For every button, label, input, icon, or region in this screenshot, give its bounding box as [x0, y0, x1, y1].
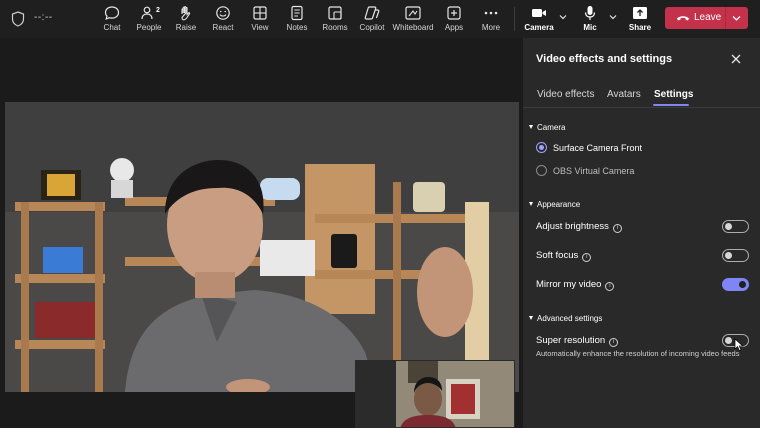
info-icon[interactable]: i: [582, 253, 592, 262]
soft-focus-row: Soft focus i: [536, 250, 592, 262]
more-icon: [484, 11, 498, 15]
whiteboard-icon: [405, 6, 421, 20]
super-resolution-row: Super resolution i: [536, 335, 619, 347]
soft-focus-label: Soft focus: [536, 250, 579, 261]
mic-options-chevron-icon[interactable]: [608, 13, 618, 21]
caret-down-icon: [529, 125, 533, 129]
camera-section-header[interactable]: Camera: [529, 123, 565, 132]
camera-icon: [532, 9, 546, 17]
leave-label: Leave: [694, 12, 722, 23]
share-label: Share: [628, 23, 652, 32]
mic-label: Mic: [583, 23, 597, 32]
self-view-frame: [356, 361, 514, 427]
react-icon: [216, 6, 230, 20]
video-settings-panel: Video effects and settings Video effects…: [523, 38, 760, 428]
hang-up-icon: [677, 16, 689, 21]
radio-obs-virtual-camera[interactable]: [536, 165, 547, 176]
info-icon[interactable]: i: [612, 224, 622, 233]
tab-settings[interactable]: Settings: [654, 89, 693, 100]
mirror-video-toggle[interactable]: [722, 278, 749, 291]
meeting-timer: --:--: [34, 12, 53, 23]
close-icon[interactable]: [730, 53, 742, 65]
super-resolution-label: Super resolution: [536, 335, 606, 346]
obs-virtual-camera-label[interactable]: OBS Virtual Camera: [553, 166, 634, 176]
camera-options-chevron-icon[interactable]: [558, 13, 568, 21]
notes-icon: [291, 5, 303, 21]
caret-down-icon: [529, 202, 533, 206]
soft-focus-toggle[interactable]: [722, 249, 749, 262]
tabs-divider: [523, 107, 760, 108]
adjust-brightness-toggle[interactable]: [722, 220, 749, 233]
mirror-video-label: Mirror my video: [536, 279, 602, 290]
info-icon[interactable]: i: [605, 282, 615, 291]
more-button[interactable]: More: [469, 3, 513, 35]
video-stage: [0, 38, 523, 428]
toolbar-divider: [514, 7, 515, 31]
teams-meeting-window: --:-- Chat 2 People Raise React View Not…: [0, 0, 760, 428]
view-icon: [253, 6, 267, 20]
surface-camera-front-label[interactable]: Surface Camera Front: [553, 143, 642, 153]
participant-count: 2: [156, 7, 160, 14]
mic-button[interactable]: Mic: [568, 3, 612, 35]
self-view-video[interactable]: [355, 360, 515, 428]
raise-hand-icon: [181, 6, 191, 21]
camera-section-label: Camera: [537, 123, 566, 132]
panel-title: Video effects and settings: [536, 53, 673, 65]
leave-options-chevron-icon[interactable]: [731, 14, 742, 22]
chat-icon: [104, 6, 120, 21]
super-resolution-description: Automatically enhance the resolution of …: [536, 349, 740, 358]
leave-button[interactable]: Leave: [665, 7, 748, 29]
adjust-brightness-label: Adjust brightness: [536, 221, 609, 232]
share-icon: [633, 7, 647, 19]
microphone-icon: [584, 6, 596, 20]
appearance-section-header[interactable]: Appearance: [529, 200, 580, 209]
more-label: More: [481, 23, 501, 32]
radio-surface-camera-front[interactable]: [536, 142, 547, 153]
apps-icon: [447, 6, 461, 20]
active-tab-indicator: [653, 104, 689, 106]
info-icon[interactable]: i: [609, 338, 619, 347]
advanced-section-label: Advanced settings: [537, 314, 603, 323]
participant-video[interactable]: [5, 102, 519, 392]
share-button[interactable]: Share: [618, 3, 662, 35]
caret-down-icon: [529, 316, 533, 320]
appearance-section-label: Appearance: [537, 200, 581, 209]
shield-icon: [11, 11, 25, 27]
leave-divider: [725, 7, 726, 29]
camera-button[interactable]: Camera: [517, 3, 561, 35]
adjust-brightness-row: Adjust brightness i: [536, 221, 622, 233]
mirror-video-row: Mirror my video i: [536, 279, 615, 291]
camera-label: Camera: [524, 23, 554, 32]
advanced-section-header[interactable]: Advanced settings: [529, 314, 602, 323]
rooms-icon: [328, 6, 342, 20]
meeting-toolbar: --:-- Chat 2 People Raise React View Not…: [0, 0, 760, 38]
tab-video-effects[interactable]: Video effects: [537, 89, 594, 100]
tab-avatars[interactable]: Avatars: [607, 89, 641, 100]
participant-video-frame: [5, 102, 519, 392]
copilot-icon: [364, 6, 380, 20]
